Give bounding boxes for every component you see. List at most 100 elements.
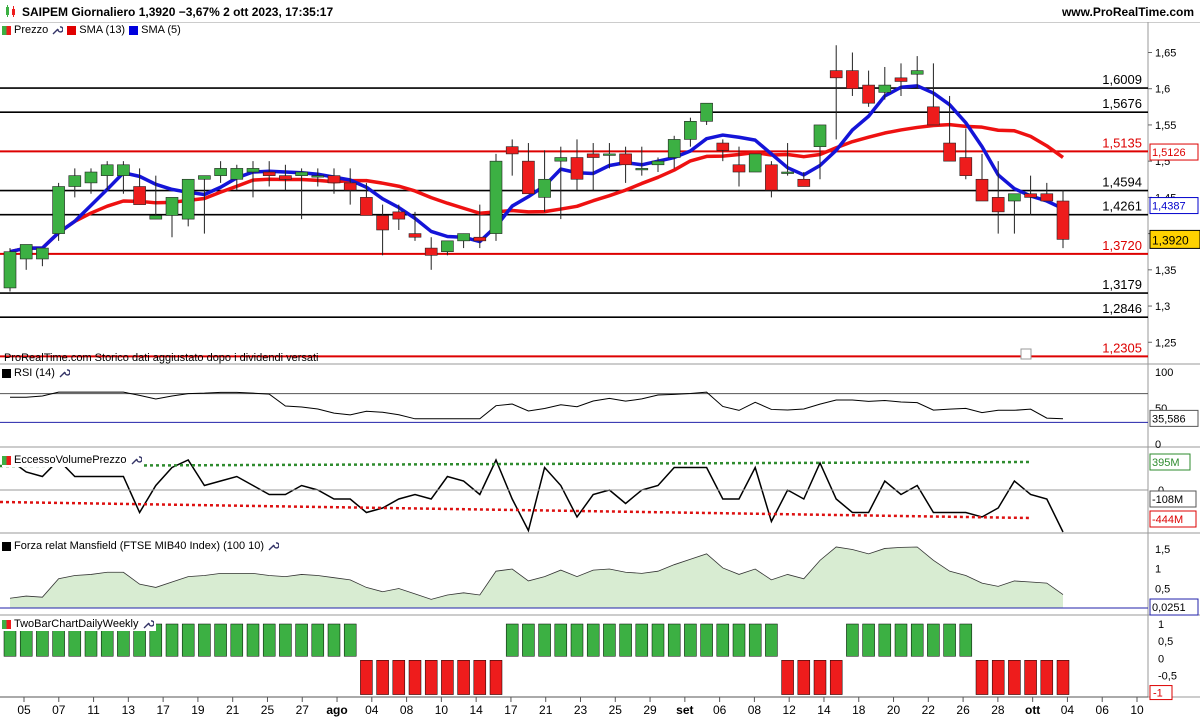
wrench-icon[interactable] xyxy=(130,454,142,466)
legend-price[interactable]: Prezzo xyxy=(2,24,64,36)
volume-excess-line xyxy=(9,458,1064,533)
twobar-bar-up xyxy=(943,623,956,657)
legend-sma13[interactable]: SMA (13) xyxy=(67,24,125,36)
chart-title: SAIPEM Giornaliero 1,3920 −3,67% 2 ott 2… xyxy=(22,5,334,19)
candle-body xyxy=(52,186,65,234)
x-axis-tick-label: 22 xyxy=(922,703,936,717)
candle-body xyxy=(100,164,114,176)
price-axis-tick-label: 1,35 xyxy=(1155,265,1176,277)
twobar-bar-up xyxy=(732,623,746,657)
twobar-bar-down xyxy=(797,660,811,695)
twobar-bar-up xyxy=(198,623,211,657)
brand-link[interactable]: www.ProRealTime.com xyxy=(1062,5,1194,19)
candle-body xyxy=(230,168,244,180)
x-axis-tick-label: 14 xyxy=(469,703,483,717)
candle-body xyxy=(586,153,600,158)
twobar-bar-down xyxy=(376,660,389,695)
x-axis-tick-label: 28 xyxy=(991,703,1005,717)
x-axis-tick-label: 25 xyxy=(261,703,275,717)
volume-panel-label[interactable]: EccessoVolumePrezzo xyxy=(2,453,144,467)
twobar-bar-up xyxy=(748,623,762,657)
rsi-last-value-box xyxy=(1149,409,1199,427)
x-axis-tick-label: 17 xyxy=(156,703,170,717)
candle-body xyxy=(457,233,470,242)
x-axis-tick-label: 17 xyxy=(504,703,518,717)
mansfield-swatch-icon xyxy=(2,541,11,551)
candle-body xyxy=(538,178,551,198)
price-last-value-box xyxy=(1149,229,1200,249)
level-label: 1,4594 xyxy=(1102,175,1142,190)
wrench-icon[interactable] xyxy=(58,367,70,379)
legend-sma5[interactable]: SMA (5) xyxy=(129,24,181,36)
twobar-bar-down xyxy=(975,660,989,695)
rsi-axis-tick-label: 100 xyxy=(1155,367,1173,379)
twobar-bar-up xyxy=(651,623,665,657)
rsi-panel-label[interactable]: RSI (14) xyxy=(2,366,72,380)
twobar-last-value: -1 xyxy=(1153,688,1163,700)
rsi-last-value: 35,586 xyxy=(1152,413,1186,425)
price-axis-tick-label: 1,25 xyxy=(1155,337,1176,349)
twobar-bar-down xyxy=(991,660,1005,695)
candle-body xyxy=(360,197,373,216)
twobar-bar-up xyxy=(279,623,292,657)
candle-body xyxy=(975,178,989,202)
candle-body xyxy=(133,186,146,205)
x-axis-tick-label: 19 xyxy=(191,703,205,717)
candle-body xyxy=(797,178,811,187)
twobar-bar-up xyxy=(522,623,535,657)
twobar-axis-tick-label: 1 xyxy=(1158,619,1164,631)
candle-body xyxy=(748,153,762,173)
candle-body xyxy=(489,160,503,234)
window-title-bar: SAIPEM Giornaliero 1,3920 −3,67% 2 ott 2… xyxy=(0,0,1200,23)
candle-body xyxy=(684,121,697,140)
mansfield-panel-label[interactable]: Forza relat Mansfield (FTSE MIB40 Index)… xyxy=(2,539,282,553)
candle-body xyxy=(667,139,681,158)
x-axis-tick-label: 26 xyxy=(956,703,970,717)
chart-canvas[interactable]: 1,65 1,6 1,55 1,5 1,45 1,4 1,35 1,3 1,25 1,6009 1,… xyxy=(0,0,1200,720)
twobar-bar-down xyxy=(360,660,373,695)
twobar-bar-up xyxy=(959,623,973,657)
candle-body xyxy=(910,70,924,75)
mansfield-axis-tick-label: 1,5 xyxy=(1155,544,1170,556)
volume-upper-value: 395M xyxy=(1152,457,1180,469)
twobar-bar-up xyxy=(311,623,325,657)
twobar-bar-up xyxy=(262,623,276,657)
twobar-bar-up xyxy=(667,623,681,657)
x-axis-tick-label: 29 xyxy=(643,703,657,717)
candle-body xyxy=(68,175,82,187)
twobar-axis-tick-label: 0,5 xyxy=(1158,636,1173,648)
x-axis-tick-label: 10 xyxy=(1130,703,1144,717)
volume-lower-value: -444M xyxy=(1152,514,1183,526)
twobar-panel-label[interactable]: TwoBarChartDailyWeekly xyxy=(2,617,156,631)
candle-body xyxy=(36,247,49,260)
candle-body xyxy=(311,175,325,178)
level-label: 1,2846 xyxy=(1102,301,1142,316)
wrench-icon[interactable] xyxy=(142,618,154,630)
twobar-bar-down xyxy=(781,660,794,695)
rsi-axis-tick-label: 0 xyxy=(1155,439,1161,451)
candle-body xyxy=(716,142,730,151)
candle-body xyxy=(829,70,843,79)
price-axis-tick-label: 1,5 xyxy=(1155,156,1170,168)
mansfield-axis-tick-label: 0,5 xyxy=(1155,583,1170,595)
price-swatch-icon xyxy=(2,25,11,35)
candle-body xyxy=(246,168,260,173)
volume-upper-band xyxy=(0,460,1031,468)
legend-sma13-label: SMA (13) xyxy=(79,24,126,36)
candle-body xyxy=(635,168,649,171)
candle-body xyxy=(3,251,17,289)
twobar-bar-up xyxy=(878,623,892,657)
candlestick-app-icon xyxy=(6,5,15,17)
volume-axis-tick-label: 0 xyxy=(1158,485,1164,497)
wrench-icon[interactable] xyxy=(267,540,280,552)
x-axis-tick-label: 06 xyxy=(1096,703,1110,717)
price-axis-tick-label: 1,65 xyxy=(1155,47,1176,59)
x-axis-tick-label: 08 xyxy=(748,703,762,717)
twobar-bar-up xyxy=(181,623,195,657)
volume-lower-box xyxy=(1149,510,1197,528)
wrench-icon[interactable] xyxy=(51,24,64,36)
twobar-bar-up xyxy=(927,623,940,657)
rsi-swatch-icon xyxy=(2,368,11,378)
candle-body xyxy=(1024,193,1037,198)
sma5-line xyxy=(9,84,1064,254)
